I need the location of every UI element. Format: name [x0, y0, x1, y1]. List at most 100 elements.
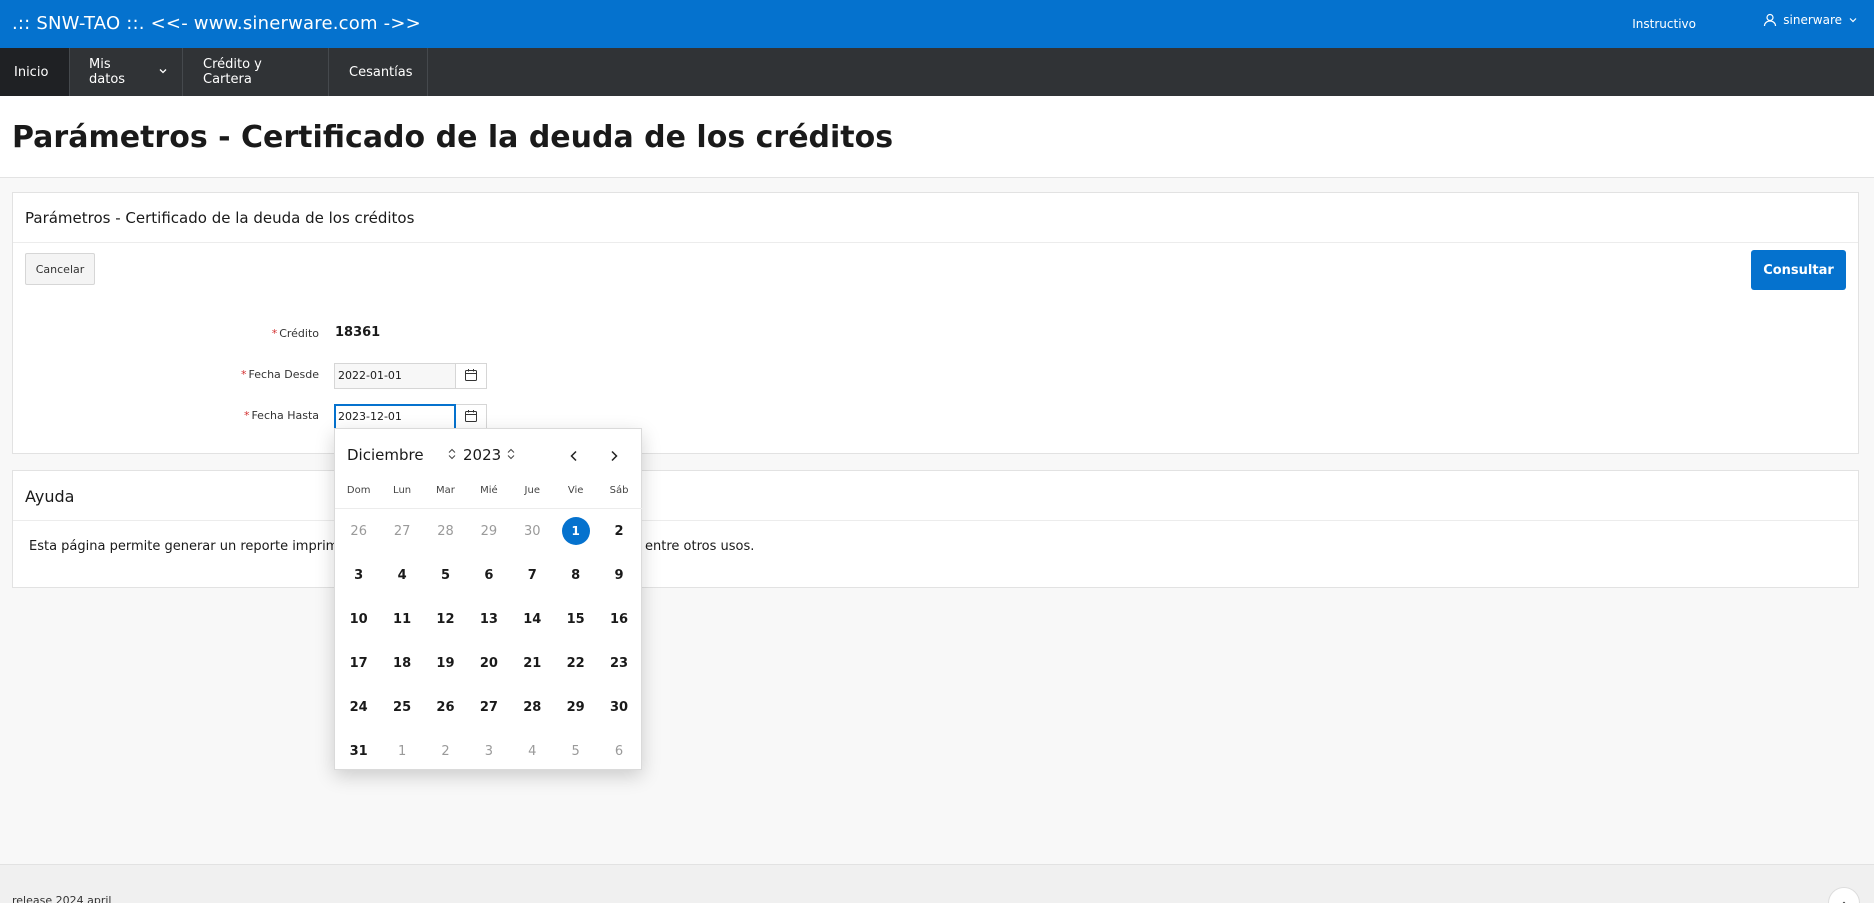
updown-icon	[442, 446, 456, 464]
nav-item-mis-datos[interactable]: Mis datos	[70, 48, 183, 96]
calendar-day[interactable]: 28	[511, 685, 554, 729]
calendar-day[interactable]: 8	[554, 553, 597, 597]
calendar-day-outside[interactable]: 30	[511, 509, 554, 553]
weekday-label: Vie	[567, 485, 584, 496]
chevron-left-icon	[568, 447, 580, 466]
calendar-day[interactable]: 4	[380, 553, 423, 597]
calendar-day[interactable]: 24	[337, 685, 380, 729]
required-marker: *	[241, 368, 247, 381]
fecha-desde-input[interactable]: 2022-01-01	[334, 363, 456, 389]
calendar-day[interactable]: 3	[337, 553, 380, 597]
calendar-week: 17 18 19 20 21 22 23	[337, 641, 641, 685]
consultar-button[interactable]: Consultar	[1751, 250, 1846, 290]
calendar-week: 10 11 12 13 14 15 16	[337, 597, 641, 641]
calendar-day[interactable]: 9	[597, 553, 640, 597]
nav-label: Cesantías	[349, 64, 413, 80]
calendar-day[interactable]: 19	[424, 641, 467, 685]
calendar-icon	[464, 408, 478, 427]
calendar-day[interactable]: 27	[467, 685, 510, 729]
calendar-day[interactable]: 16	[597, 597, 640, 641]
calendar-day-outside[interactable]: 2	[424, 729, 467, 773]
calendar-day-selected[interactable]: 1	[554, 509, 597, 553]
required-marker: *	[243, 409, 250, 422]
calendar-day[interactable]: 14	[511, 597, 554, 641]
help-text: Esta página permite generar un reporte i…	[29, 539, 754, 554]
nav-label: Inicio	[14, 64, 49, 80]
release-label: release 2024 april	[12, 894, 112, 903]
help-region: Ayuda Esta página permite generar un rep…	[12, 470, 1859, 588]
calendar-day-outside[interactable]: 5	[554, 729, 597, 773]
calendar-day[interactable]: 13	[467, 597, 510, 641]
calendar-day[interactable]: 10	[337, 597, 380, 641]
credito-value: 18361	[335, 325, 381, 340]
calendar-day[interactable]: 29	[554, 685, 597, 729]
calendar-day[interactable]: 25	[380, 685, 423, 729]
calendar-day-outside[interactable]: 4	[511, 729, 554, 773]
cancel-button[interactable]: Cancelar	[25, 253, 95, 285]
calendar-day[interactable]: 15	[554, 597, 597, 641]
chevron-up-icon	[1839, 894, 1849, 903]
month-label: Diciembre	[347, 446, 424, 464]
calendar-day[interactable]: 5	[424, 553, 467, 597]
fecha-desde-calendar-button[interactable]	[456, 363, 487, 389]
fecha-hasta-calendar-button[interactable]	[456, 404, 487, 430]
weekday-label: Sáb	[609, 485, 629, 496]
scroll-to-top-button[interactable]	[1828, 887, 1860, 903]
calendar-day[interactable]: 22	[554, 641, 597, 685]
chevron-down-icon	[1848, 15, 1858, 25]
calendar-day[interactable]: 18	[380, 641, 423, 685]
calendar-week: 3 4 5 6 7 8 9	[337, 553, 641, 597]
instructivo-link[interactable]: Instructivo	[1632, 17, 1696, 31]
calendar-icon	[464, 367, 478, 386]
calendar-day[interactable]: 17	[337, 641, 380, 685]
calendar-day-outside[interactable]: 29	[467, 509, 510, 553]
main-navigation: Inicio Mis datos Crédito y Cartera Cesan…	[0, 48, 1874, 96]
calendar-day[interactable]: 7	[511, 553, 554, 597]
calendar-day[interactable]: 6	[467, 553, 510, 597]
calendar-day-outside[interactable]: 26	[337, 509, 380, 553]
calendar-day-outside[interactable]: 27	[380, 509, 423, 553]
fecha-hasta-field: 2023-12-01	[334, 404, 487, 430]
help-region-header: Ayuda	[13, 471, 1858, 521]
next-month-button[interactable]	[603, 445, 625, 467]
fecha-desde-field: 2022-01-01	[334, 363, 487, 389]
year-label: 2023	[463, 446, 502, 464]
nav-item-cesantias[interactable]: Cesantías	[329, 48, 428, 96]
help-region-title: Ayuda	[25, 487, 75, 506]
calendar-day[interactable]: 26	[424, 685, 467, 729]
username-label: sinerware	[1783, 13, 1842, 27]
previous-month-button[interactable]	[563, 445, 585, 467]
weekday-label: Jue	[524, 485, 540, 496]
calendar-day[interactable]: 11	[380, 597, 423, 641]
help-text-start: Esta página permite generar un reporte i…	[29, 539, 362, 554]
help-text-end: entre otros usos.	[645, 539, 755, 554]
app-title[interactable]: .:: SNW-TAO ::. <<- www.sinerware.com ->…	[12, 13, 421, 34]
date-picker-popup: Diciembre 2023 Dom Lun Mar Mié Jue Vie S…	[334, 428, 643, 773]
calendar-day-outside[interactable]: 28	[424, 509, 467, 553]
params-region-title: Parámetros - Certificado de la deuda de …	[25, 209, 415, 227]
page-footer: release 2024 april	[0, 864, 1874, 903]
calendar-day[interactable]: 12	[424, 597, 467, 641]
user-icon	[1763, 13, 1777, 27]
updown-icon	[501, 446, 515, 464]
calendar-day[interactable]: 30	[597, 685, 640, 729]
calendar-week: 24 25 26 27 28 29 30	[337, 685, 641, 729]
credito-label: * Crédito	[119, 327, 319, 340]
month-select[interactable]: Diciembre	[347, 446, 456, 464]
nav-item-inicio[interactable]: Inicio	[0, 48, 70, 96]
calendar-day-outside[interactable]: 1	[380, 729, 423, 773]
calendar-day[interactable]: 20	[467, 641, 510, 685]
fecha-desde-label: * Fecha Desde	[119, 368, 319, 381]
calendar-day[interactable]: 31	[337, 729, 380, 773]
nav-item-credito-cartera[interactable]: Crédito y Cartera	[183, 48, 329, 96]
year-select[interactable]: 2023	[463, 446, 515, 464]
calendar-day[interactable]: 2	[597, 509, 640, 553]
calendar-day-outside[interactable]: 3	[467, 729, 510, 773]
calendar-day[interactable]: 21	[511, 641, 554, 685]
calendar-day-outside[interactable]: 6	[597, 729, 640, 773]
chevron-down-icon	[150, 65, 168, 80]
user-menu[interactable]: sinerware	[1763, 13, 1858, 27]
calendar-day[interactable]: 23	[597, 641, 640, 685]
selected-day-label: 1	[561, 517, 590, 545]
fecha-hasta-input[interactable]: 2023-12-01	[334, 404, 456, 430]
